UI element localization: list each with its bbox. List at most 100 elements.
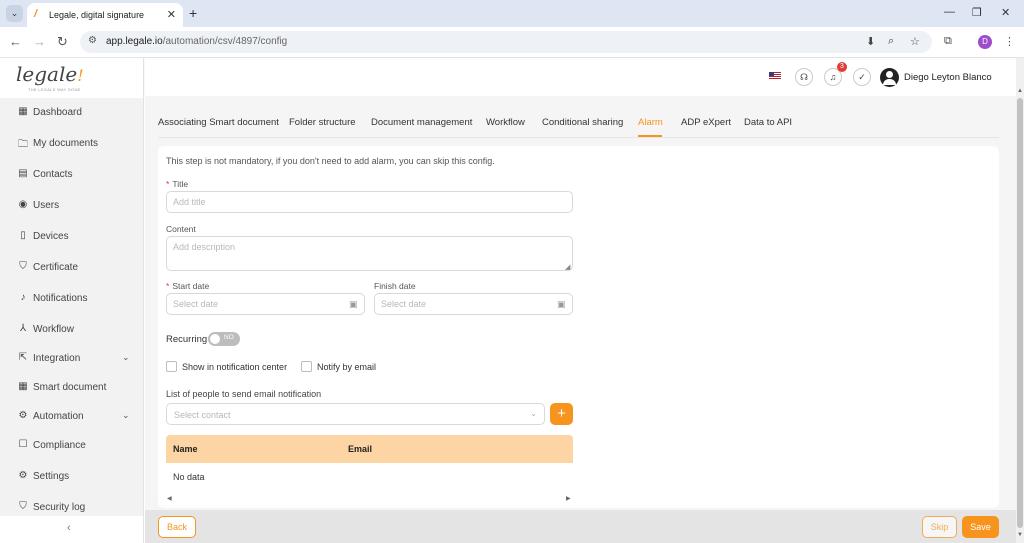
save-button[interactable]: Save — [962, 516, 999, 538]
chevron-left-icon: ‹ — [67, 522, 71, 534]
contact-select-placeholder: Select contact — [174, 410, 231, 420]
show-in-notification-center-label[interactable]: Show in notification center — [182, 362, 287, 372]
url-text[interactable]: app.legale.io/automation/csv/4897/config — [106, 36, 287, 47]
sidebar-item-smart-document[interactable]: ▦ Smart document — [0, 376, 143, 400]
tab-document-management[interactable]: Document management — [371, 117, 472, 128]
sidebar-item-notifications[interactable]: ♪ Notifications — [0, 287, 143, 311]
sidebar-item-contacts[interactable]: ▤ Contacts — [0, 163, 143, 187]
browser-tab-title: Legale, digital signature — [49, 10, 145, 20]
window-minimize-icon[interactable]: — — [944, 6, 955, 18]
logo-area[interactable]: legale! THE LEGALE WAY DONE — [0, 58, 143, 98]
sidebar-item-integration[interactable]: ⇱ Integration ⌄ — [0, 347, 143, 371]
tab-alarm[interactable]: Alarm — [638, 117, 663, 128]
sidebar-item-users[interactable]: ◉ Users — [0, 194, 143, 218]
user-icon: ◉ — [18, 199, 28, 210]
folder-icon: 🗀 — [18, 139, 28, 150]
sidebar-collapse-button[interactable]: ‹ — [0, 516, 143, 543]
app-header: ☊ ♫ 3 ✓ Diego Leyton Blanco — [145, 58, 1016, 96]
us-flag-icon[interactable] — [769, 72, 781, 80]
tab-workflow[interactable]: Workflow — [486, 117, 525, 128]
bell-icon: ♪ — [20, 292, 26, 303]
address-bar[interactable]: ⚙ app.legale.io/automation/csv/4897/conf… — [80, 31, 932, 53]
scroll-down-icon[interactable]: ▼ — [1017, 532, 1023, 538]
toggle-state-text: NO — [224, 334, 234, 341]
notify-by-email-checkbox[interactable] — [301, 361, 312, 372]
toggle-knob — [210, 334, 220, 344]
sidebar-item-settings[interactable]: ⚙ Settings — [0, 465, 143, 489]
resize-grip-icon[interactable]: ◢ — [565, 263, 570, 271]
device-icon: ▯ — [20, 230, 26, 241]
sidebar-item-dashboard[interactable]: ▦ Dashboard — [0, 101, 143, 125]
title-input[interactable] — [166, 191, 573, 213]
contacts-table-header: Name Email — [166, 435, 573, 463]
window-restore-icon[interactable]: ❐ — [972, 6, 982, 19]
legale-logo: legale! — [16, 62, 84, 86]
security-log-icon: ⛉ — [19, 501, 27, 512]
show-in-notification-center-checkbox[interactable] — [166, 361, 177, 372]
people-list-label: List of people to send email notificatio… — [166, 389, 322, 399]
window-close-icon[interactable]: ✕ — [1001, 6, 1010, 19]
content-textarea[interactable] — [166, 236, 573, 271]
tab-conditional-sharing[interactable]: Conditional sharing — [542, 117, 623, 128]
calendar-icon[interactable]: ▣ — [349, 299, 358, 310]
page-scrollbar[interactable]: ▲ ▼ — [1016, 58, 1024, 543]
back-arrow-icon[interactable]: ← — [9, 34, 22, 49]
tab-data-to-api[interactable]: Data to API — [744, 117, 792, 128]
back-button[interactable]: Back — [158, 516, 196, 538]
sidebar-item-my-documents[interactable]: 🗀 My documents — [0, 132, 143, 156]
sidebar-item-automation[interactable]: ⚙ Automation ⌄ — [0, 405, 143, 429]
browser-profile-avatar[interactable]: D — [978, 35, 992, 49]
sidebar-item-certificate[interactable]: ⛉ Certificate — [0, 256, 143, 280]
finish-date-input[interactable] — [374, 293, 573, 315]
start-date-input[interactable] — [166, 293, 365, 315]
skip-button[interactable]: Skip — [922, 516, 957, 538]
chevron-down-icon[interactable]: ⌄ — [122, 352, 130, 363]
install-app-icon[interactable]: ⬇ — [866, 35, 875, 48]
extensions-icon[interactable]: ⧉ — [944, 35, 952, 48]
tab-search-chevron-icon[interactable]: ⌄ — [6, 5, 23, 22]
forward-arrow-icon[interactable]: → — [33, 34, 46, 49]
recurring-toggle[interactable]: NO — [208, 332, 240, 346]
signature-check-icon[interactable]: ✓ — [853, 68, 871, 86]
tab-associating-smart-document[interactable]: Associating Smart document — [158, 117, 279, 128]
content-label: Content — [166, 224, 196, 234]
notify-by-email-label[interactable]: Notify by email — [317, 362, 376, 372]
chevron-down-icon: ⌄ — [530, 409, 537, 418]
scroll-left-icon[interactable]: ◀ — [167, 495, 172, 502]
reload-icon[interactable]: ↻ — [57, 34, 68, 50]
new-tab-plus-icon[interactable]: + — [189, 5, 197, 21]
browser-toolbar: ← → ↻ ⚙ app.legale.io/automation/csv/489… — [0, 27, 1024, 58]
calendar-icon[interactable]: ▣ — [557, 299, 566, 310]
recurring-label: Recurring — [166, 334, 208, 345]
title-label: * Title — [166, 179, 189, 189]
site-info-icon[interactable]: ⚙ — [88, 35, 97, 46]
sidebar-item-devices[interactable]: ▯ Devices — [0, 225, 143, 249]
smart-document-icon: ▦ — [18, 381, 28, 392]
form-footer — [145, 510, 1016, 543]
contact-select[interactable]: Select contact ⌄ — [166, 403, 545, 425]
column-header-email[interactable]: Email — [348, 444, 372, 454]
add-contact-button[interactable]: + — [550, 403, 573, 425]
scrollbar-thumb[interactable] — [1017, 98, 1023, 528]
sidebar-item-workflow[interactable]: ⅄ Workflow — [0, 318, 143, 342]
tab-folder-structure[interactable]: Folder structure — [289, 117, 356, 128]
dashboard-icon: ▦ — [18, 106, 28, 117]
browser-tab[interactable]: / Legale, digital signature ✕ — [27, 3, 183, 27]
settings-icon: ⚙ — [18, 470, 28, 481]
user-avatar[interactable] — [880, 68, 899, 87]
tab-adp-expert[interactable]: ADP eXpert — [681, 117, 731, 128]
close-tab-icon[interactable]: ✕ — [167, 8, 176, 21]
user-name[interactable]: Diego Leyton Blanco — [904, 72, 992, 83]
scroll-right-icon[interactable]: ▶ — [566, 495, 571, 502]
certificate-icon: ⛉ — [19, 261, 27, 272]
zoom-icon[interactable]: ⌕ — [888, 35, 894, 48]
support-headset-icon[interactable]: ☊ — [795, 68, 813, 86]
scroll-up-icon[interactable]: ▲ — [1017, 88, 1023, 94]
chevron-down-icon[interactable]: ⌄ — [122, 410, 130, 421]
sidebar-item-compliance[interactable]: ☐ Compliance — [0, 434, 143, 458]
column-header-name[interactable]: Name — [173, 444, 198, 454]
optional-step-hint: This step is not mandatory, if you don't… — [166, 156, 495, 166]
browser-menu-icon[interactable]: ⋮ — [1004, 35, 1015, 48]
bookmark-star-icon[interactable]: ☆ — [910, 35, 920, 48]
notification-count-badge: 3 — [837, 62, 847, 72]
